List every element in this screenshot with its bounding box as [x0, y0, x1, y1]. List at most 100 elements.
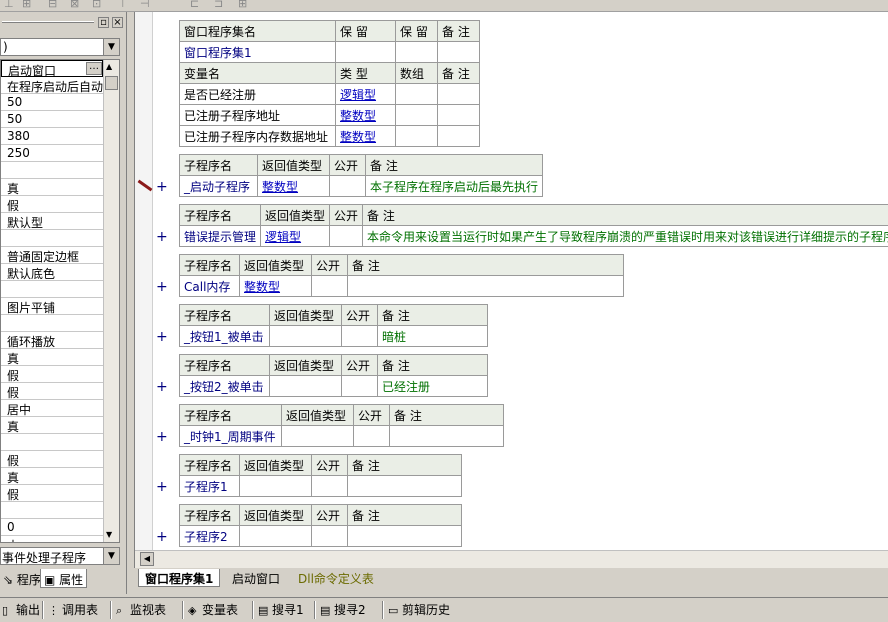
chevron-down-icon[interactable]: ▼: [103, 548, 119, 564]
find-icon: ▤: [320, 604, 331, 617]
expand-icon[interactable]: +: [156, 380, 168, 394]
tab-program[interactable]: ⇘ 程序: [0, 569, 44, 588]
panel-tabs: ⇘ 程序 ▣ 属性: [0, 568, 127, 590]
find-icon: ▤: [258, 604, 269, 617]
scroll-left-icon[interactable]: ◀: [140, 552, 154, 566]
expand-icon[interactable]: +: [156, 330, 168, 344]
chevron-down-icon[interactable]: ▼: [103, 39, 119, 55]
expand-icon[interactable]: +: [156, 480, 168, 494]
property-row[interactable]: 0: [1, 519, 103, 536]
expand-icon[interactable]: +: [156, 180, 168, 194]
property-row[interactable]: [1, 434, 103, 451]
toolbar: ⊥ ⊞ ⊟ ⊠ ⊡ ⊤ ⊣ ⊏ ⊐ ⊞: [0, 0, 888, 12]
bottom-tab[interactable]: ◈ 变量表: [186, 601, 238, 620]
bottom-tab[interactable]: ▤ 搜寻2: [318, 601, 366, 620]
scroll-thumb[interactable]: [105, 76, 118, 90]
property-row[interactable]: [1, 315, 103, 332]
property-row[interactable]: 图片平铺: [1, 298, 103, 315]
close-icon[interactable]: ×: [112, 17, 123, 28]
property-row[interactable]: 假: [1, 451, 103, 468]
property-row[interactable]: 380: [1, 128, 103, 145]
property-row[interactable]: 普通固定边框: [1, 247, 103, 264]
bottom-tab[interactable]: ⌕ 监视表: [114, 601, 166, 620]
clipboard-icon: ▭: [388, 604, 399, 617]
property-row[interactable]: 假: [1, 485, 103, 502]
subroutine-row[interactable]: _按钮1_被单击 暗桩: [179, 325, 488, 347]
subroutine-table: 子程序名 返回值类型 公开备 注 _按钮1_被单击 暗桩: [179, 304, 488, 347]
var-row[interactable]: 已注册子程序地址 整数型: [179, 104, 480, 126]
subroutine-row[interactable]: 错误提示管理 逻辑型 本命令用来设置当运行时如果产生了导致程序崩溃的严重错误时用来对…: [178, 225, 888, 247]
property-row[interactable]: 假: [1, 366, 103, 383]
property-row[interactable]: 古: [1, 536, 103, 542]
property-row[interactable]: 50: [1, 111, 103, 128]
toolbar-icon[interactable]: ⊏: [190, 0, 199, 10]
tab-start-window[interactable]: 启动窗口: [226, 569, 286, 587]
toolbar-icon[interactable]: ⊠: [70, 0, 79, 10]
scroll-down-icon[interactable]: ▼: [106, 530, 112, 539]
property-row[interactable]: [1, 162, 103, 179]
property-row[interactable]: 真: [1, 468, 103, 485]
expand-icon[interactable]: +: [156, 280, 168, 294]
editor-tabs: 窗口程序集1 启动窗口 Dll命令定义表: [134, 569, 888, 591]
bottom-tab[interactable]: ⋮ 调用表: [46, 601, 98, 620]
variable-icon: ◈: [188, 604, 197, 617]
horizontal-scrollbar[interactable]: ◀: [135, 550, 888, 568]
property-row[interactable]: 真: [1, 349, 103, 366]
tab-dll-commands[interactable]: Dll命令定义表: [292, 569, 380, 587]
restore-icon[interactable]: ▫: [98, 17, 109, 28]
expand-icon[interactable]: +: [156, 530, 168, 544]
property-row[interactable]: [1, 502, 103, 519]
expand-icon[interactable]: +: [156, 430, 168, 444]
code-editor[interactable]: 窗口程序集名 保 留 保 留 备 注 窗口程序集1 变量名 类 型 数组 备 注…: [134, 12, 888, 568]
property-row[interactable]: 居中: [1, 400, 103, 417]
event-selector[interactable]: 事件处理子程序 ▼: [0, 547, 120, 565]
var-row[interactable]: 是否已经注册 逻辑型: [179, 83, 480, 105]
property-row[interactable]: 默认底色: [1, 264, 103, 281]
subroutine-table: 子程序名 返回值类型 公开备 注 _按钮2_被单击 已经注册: [179, 354, 488, 397]
subroutine-row[interactable]: 子程序2: [179, 525, 462, 547]
vertical-scrollbar[interactable]: ▲ ▼: [103, 60, 119, 542]
property-row[interactable]: 在程序启动后自动: [1, 77, 103, 94]
subroutine-row[interactable]: _按钮2_被单击 已经注册: [179, 375, 488, 397]
panel-titlebar[interactable]: ▫ ×: [0, 14, 127, 30]
property-row[interactable]: 50: [1, 94, 103, 111]
ellipsis-button[interactable]: …: [86, 62, 102, 75]
bottom-tab[interactable]: ▯ 输出: [0, 601, 40, 620]
subroutine-row[interactable]: Call内存 整数型: [179, 275, 624, 297]
call-table-icon: ⋮: [48, 604, 59, 617]
toolbar-icon[interactable]: ⊐: [214, 0, 223, 10]
toolbar-icon[interactable]: ⊞: [238, 0, 247, 10]
toolbar-icon[interactable]: ⊟: [48, 0, 57, 10]
property-row[interactable]: [1, 281, 103, 298]
tab-assembly[interactable]: 窗口程序集1: [138, 569, 221, 587]
property-row[interactable]: 默认型: [1, 213, 103, 230]
subroutine-row[interactable]: 子程序1: [179, 475, 462, 497]
property-row[interactable]: 假: [1, 383, 103, 400]
bottom-tab[interactable]: ▭ 剪辑历史: [386, 601, 450, 620]
property-row[interactable]: 真: [1, 179, 103, 196]
bottom-tab[interactable]: ▤ 搜寻1: [256, 601, 304, 620]
property-row[interactable]: 250: [1, 145, 103, 162]
assembly-name[interactable]: 窗口程序集1: [179, 41, 336, 63]
toolbar-icon[interactable]: ⊤: [118, 0, 128, 10]
toolbar-icon[interactable]: ⊡: [92, 0, 101, 10]
subroutine-row[interactable]: _时钟1_周期事件: [179, 425, 504, 447]
object-selector[interactable]: ) ▼: [0, 38, 120, 56]
output-icon: ▯: [2, 604, 9, 617]
property-grid[interactable]: 启动窗口… 在程序启动后自动 50 50 380 250 真假默认型 普通固定边框 默认底色 图片…: [0, 59, 120, 543]
toolbar-icon[interactable]: ⊞: [22, 0, 31, 10]
toolbar-icon[interactable]: ⊥: [4, 0, 14, 10]
property-row[interactable]: 假: [1, 196, 103, 213]
scroll-up-icon[interactable]: ▲: [106, 62, 112, 71]
subroutine-table: 子程序名 返回值类型 公开备 注 Call内存 整数型: [179, 254, 624, 297]
expand-icon[interactable]: +: [156, 230, 168, 244]
var-row[interactable]: 已注册子程序内存数据地址 整数型: [179, 125, 480, 147]
property-row[interactable]: [1, 230, 103, 247]
subroutine-row[interactable]: _启动子程序 整数型 本子程序在程序启动后最先执行: [179, 175, 544, 197]
property-row[interactable]: 启动窗口…: [1, 60, 103, 78]
tab-properties[interactable]: ▣ 属性: [40, 569, 88, 588]
toolbar-icon[interactable]: ⊣: [140, 0, 150, 10]
separator: [42, 601, 44, 619]
property-row[interactable]: 循环播放: [1, 332, 103, 349]
property-row[interactable]: 真: [1, 417, 103, 434]
